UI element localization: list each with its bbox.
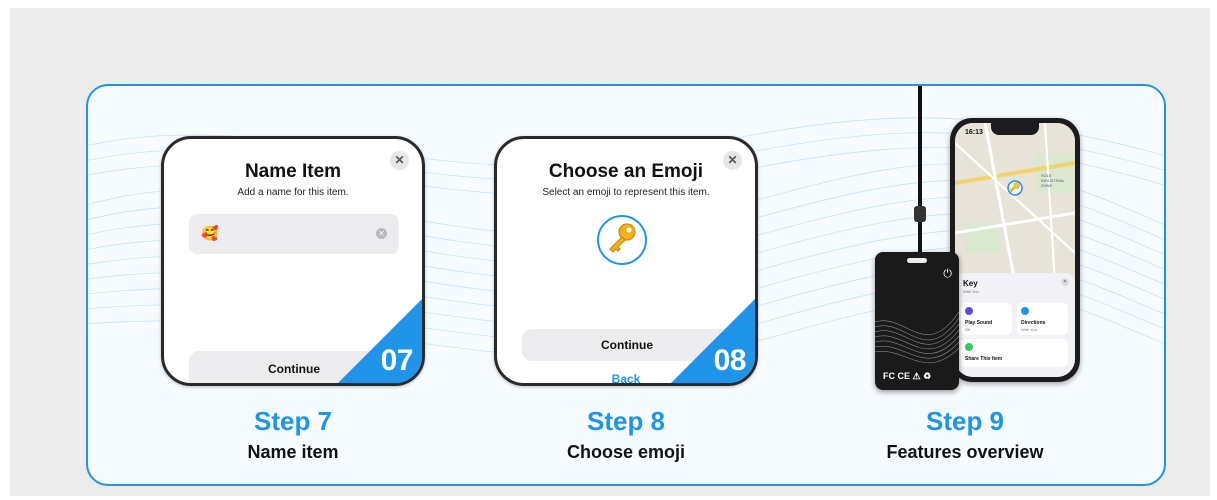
page-background: ✕ Name Item Add a name for this item. 🥰 … xyxy=(10,8,1210,496)
step7-screen: ✕ Name Item Add a name for this item. 🥰 … xyxy=(161,136,425,386)
step-badge: 08 xyxy=(668,296,755,383)
tag-certification-marks: FC CE ⚠ ♻ xyxy=(883,371,932,381)
lanyard-clip xyxy=(914,206,926,222)
step-badge: 07 xyxy=(335,296,422,383)
lanyard xyxy=(918,86,922,252)
step8-screen: ✕ Choose an Emoji Select an emoji to rep… xyxy=(494,136,758,386)
share-tile[interactable]: Share This Item xyxy=(961,339,1068,367)
step8-label: Step 8 xyxy=(586,406,666,436)
phone-time: 16:13 xyxy=(965,129,983,136)
name-input[interactable]: 🥰 ✕ xyxy=(189,214,399,254)
screen-subtitle: Select an emoji to represent this item. xyxy=(542,187,710,198)
step-badge-number: 07 xyxy=(380,344,414,377)
sheet-close-icon[interactable]: ✕ xyxy=(1061,278,1069,286)
selected-emoji-button[interactable] xyxy=(597,215,647,265)
share-icon xyxy=(965,343,973,351)
map-view[interactable] xyxy=(955,123,1075,283)
step9-description: Features overview xyxy=(886,442,1044,462)
map-key-icon: 🔑 xyxy=(1009,182,1021,192)
key-icon xyxy=(609,223,636,253)
step9-label: Step 9 xyxy=(925,406,1005,436)
play-sound-label: Play Sound xyxy=(965,320,993,326)
share-label: Share This Item xyxy=(965,356,1003,362)
phone-notch xyxy=(991,123,1039,135)
steps-card: ✕ Name Item Add a name for this item. 🥰 … xyxy=(86,84,1166,486)
directions-icon xyxy=(1021,307,1029,315)
item-sheet: Key With You ✕ Play Sound Off Directions… xyxy=(955,273,1075,377)
tracker-tag: ⏻ FC CE ⚠ ♻ xyxy=(875,252,959,390)
item-name: Key xyxy=(963,279,978,288)
play-sound-tile[interactable]: Play Sound Off xyxy=(961,303,1012,335)
phone: 16:13 SOLE INDUSTRIAL ZONE 🔑 Key With Yo… xyxy=(950,118,1080,382)
step-badge-number: 08 xyxy=(713,344,747,377)
step8-description: Choose emoji xyxy=(566,442,686,462)
phone-screen: 16:13 SOLE INDUSTRIAL ZONE 🔑 Key With Yo… xyxy=(955,123,1075,377)
screen-title: Choose an Emoji xyxy=(548,161,704,182)
step7-label: Step 7 xyxy=(253,406,333,436)
play-sound-sub: Off xyxy=(965,327,971,332)
step7-description: Name item xyxy=(247,442,339,462)
item-location: With You xyxy=(963,289,979,294)
input-emoji: 🥰 xyxy=(201,225,219,241)
directions-label: Directions xyxy=(1021,320,1046,326)
map-label: SOLE INDUSTRIAL ZONE xyxy=(1041,173,1065,188)
screen-subtitle: Add a name for this item. xyxy=(237,187,349,198)
clear-icon[interactable]: ✕ xyxy=(376,228,387,239)
directions-sub: With You xyxy=(1021,327,1037,332)
play-icon xyxy=(965,307,973,315)
directions-tile[interactable]: Directions With You xyxy=(1017,303,1068,335)
screen-title: Name Item xyxy=(244,161,342,182)
tag-wave-pattern xyxy=(875,311,959,364)
